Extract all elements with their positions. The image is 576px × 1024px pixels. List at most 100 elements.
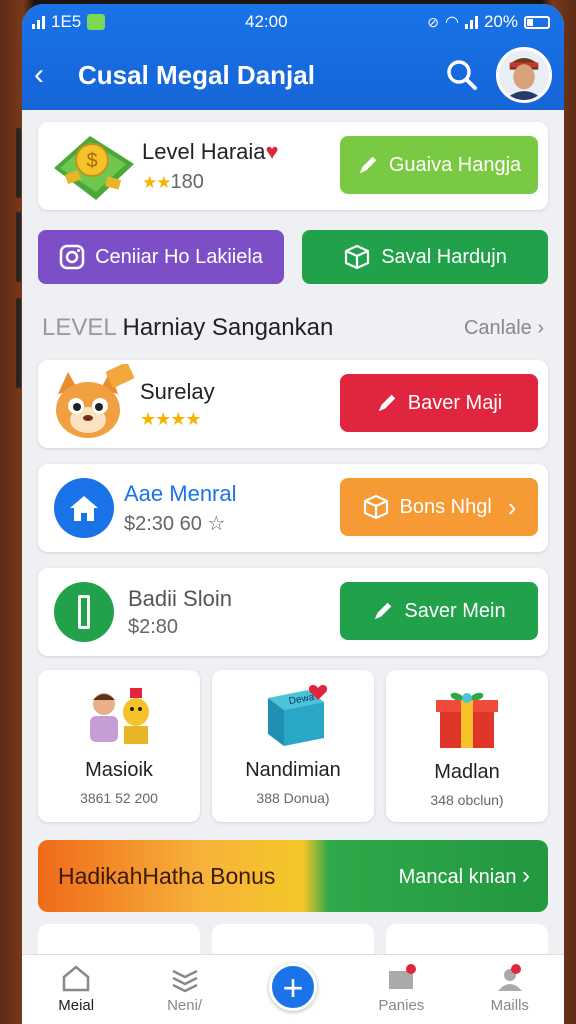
profile-card: $ Level Haraia♥ ★★180 Guaiva Hangja bbox=[38, 122, 548, 210]
bonus-link-label: Mancal knian bbox=[398, 866, 517, 888]
quick-action-label-2: Saval Hardujn bbox=[381, 245, 507, 268]
home-icon bbox=[54, 478, 114, 538]
item-action-button[interactable]: Bons Nhgl › bbox=[340, 478, 538, 536]
bonus-link[interactable]: Mancal knian › bbox=[399, 862, 548, 890]
item-action-label: Bons Nhgl bbox=[399, 495, 492, 518]
item-action-button[interactable]: Saver Mein bbox=[340, 582, 538, 640]
money-coin-icon: $ bbox=[54, 136, 134, 200]
item-price: $2:30 60 ☆ bbox=[124, 512, 226, 535]
quick-action-instagram[interactable]: Ceniiar Ho Lakiiela bbox=[38, 230, 284, 284]
power-button bbox=[16, 298, 21, 388]
bonus-banner[interactable]: HadikahHatha Bonus Mancal knian › bbox=[38, 840, 548, 912]
kids-toy-icon bbox=[90, 688, 149, 744]
home-icon bbox=[62, 965, 90, 992]
bonus-title: HadikahHatha Bonus bbox=[58, 862, 276, 889]
gift-icon bbox=[436, 692, 498, 748]
status-bar: 1E5 42:00 ⊘ ◠ 20% bbox=[22, 4, 564, 40]
signal-icon bbox=[32, 15, 45, 29]
item-action-button[interactable]: Baver Maji bbox=[340, 374, 538, 432]
section-more-link[interactable]: Canlale › bbox=[464, 317, 544, 340]
notification-icon bbox=[87, 14, 106, 30]
star-rating: ★★ bbox=[142, 172, 172, 192]
svg-text:$: $ bbox=[86, 150, 97, 172]
item-stars: ★★★★ bbox=[140, 408, 202, 429]
volume-button-2 bbox=[16, 212, 21, 282]
reward-tile[interactable]: Masioik 3861 52 200 bbox=[38, 670, 200, 822]
chevron-right-icon: › bbox=[522, 862, 530, 889]
chevron-right-icon: › bbox=[507, 491, 517, 522]
cell-signal-icon bbox=[464, 15, 478, 29]
plus-icon: + bbox=[268, 963, 317, 1011]
search-icon[interactable] bbox=[442, 55, 482, 95]
peek-card bbox=[212, 924, 374, 954]
profile-action-label: Guaiva Hangja bbox=[388, 153, 522, 176]
vibrate-icon: ⊘ bbox=[427, 13, 439, 30]
tile-sub: 388 Donua) bbox=[256, 790, 330, 806]
carrier-text: 1E5 bbox=[51, 12, 82, 31]
profile-action-button[interactable]: Guaiva Hangja bbox=[340, 136, 538, 194]
peek-card bbox=[38, 924, 200, 954]
item-action-label: Baver Maji bbox=[407, 391, 503, 414]
item-price: $2:80 bbox=[128, 615, 179, 638]
reward-tile[interactable]: Dewa Nandimian 388 Donua) bbox=[212, 670, 374, 822]
nav-item-add[interactable]: + bbox=[248, 963, 338, 1011]
tile-name: Madlan bbox=[434, 761, 500, 783]
item-name: Surelay bbox=[140, 378, 215, 404]
item-name: Badii Sloin bbox=[128, 585, 232, 611]
section-header: LEVEL Harniay Sangankan Canlale › bbox=[42, 314, 544, 342]
back-icon[interactable]: ‹ bbox=[34, 58, 78, 92]
peek-card bbox=[386, 924, 548, 954]
page-title: Cusal Megal Danjal bbox=[78, 59, 315, 90]
profile-name: Level Haraia bbox=[142, 138, 266, 164]
avatar[interactable] bbox=[496, 47, 552, 103]
gift-icon bbox=[389, 964, 417, 989]
app-bar: ‹ Cusal Megal Danjal bbox=[22, 40, 564, 110]
box-icon: Dewa bbox=[268, 685, 328, 746]
nav-item-menu[interactable]: Neni/ bbox=[140, 963, 230, 1014]
quick-action-label-1: Ceniiar Ho Lakiiela bbox=[95, 245, 263, 268]
pencil-icon bbox=[375, 602, 392, 620]
nav-item-mails[interactable]: Maills bbox=[465, 963, 555, 1014]
battery-percent: 20% bbox=[483, 12, 518, 31]
nav-label: Meial bbox=[58, 997, 95, 1014]
tile-name: Nandimian bbox=[245, 759, 341, 781]
nav-label: Neni/ bbox=[167, 997, 203, 1014]
section-more-label: Canlale bbox=[463, 316, 532, 339]
layers-icon bbox=[172, 969, 198, 993]
section-prefix: LEVEL bbox=[42, 314, 116, 341]
reward-tile[interactable]: Madlan 348 obclun) bbox=[386, 670, 548, 822]
top-bar: 1E5 42:00 ⊘ ◠ 20% ‹ Cusal Megal Danjal bbox=[22, 4, 564, 110]
tile-sub: 3861 52 200 bbox=[80, 790, 158, 806]
quick-action-box[interactable]: Saval Hardujn bbox=[302, 230, 548, 284]
list-item[interactable]: Badii Sloin $2:80 Saver Mein bbox=[38, 568, 548, 656]
pencil-icon bbox=[359, 156, 377, 174]
box-icon bbox=[363, 494, 388, 520]
nav-item-parties[interactable]: Panies bbox=[356, 963, 446, 1014]
next-row-peek bbox=[38, 924, 548, 954]
pencil-icon bbox=[378, 394, 395, 412]
list-item[interactable]: Aae Menral $2:30 60 ☆ Bons Nhgl › bbox=[38, 464, 548, 552]
clock: 42:00 bbox=[244, 12, 288, 31]
nav-label: Maills bbox=[490, 997, 529, 1014]
nav-item-home[interactable]: Meial bbox=[31, 963, 121, 1014]
battery-icon bbox=[524, 15, 550, 29]
bottom-nav: Meial Neni/ + Panies Maills bbox=[22, 954, 564, 1024]
wifi-icon: ◠ bbox=[445, 14, 459, 31]
heart-icon: ♥ bbox=[265, 138, 279, 164]
phone-screen: 1E5 42:00 ⊘ ◠ 20% ‹ Cusal Megal Danjal $… bbox=[22, 4, 564, 1024]
instagram-icon bbox=[59, 244, 85, 270]
item-name: Aae Menral bbox=[124, 480, 237, 506]
volume-button bbox=[16, 128, 21, 198]
quick-actions: Ceniiar Ho Lakiiela Saval Hardujn bbox=[38, 230, 548, 284]
tile-sub: 348 obclun) bbox=[430, 792, 504, 808]
pause-icon bbox=[54, 582, 114, 642]
section-title: Harniay Sangankan bbox=[122, 314, 334, 341]
list-item[interactable]: Surelay ★★★★ Baver Maji bbox=[38, 360, 548, 448]
chevron-right-icon: › bbox=[537, 316, 544, 339]
nav-label: Panies bbox=[378, 997, 425, 1014]
cat-mascot-icon bbox=[56, 364, 134, 438]
box-icon bbox=[345, 244, 370, 270]
profile-icon bbox=[497, 964, 522, 991]
item-action-label: Saver Mein bbox=[404, 599, 506, 622]
person-avatar-icon bbox=[499, 50, 549, 100]
